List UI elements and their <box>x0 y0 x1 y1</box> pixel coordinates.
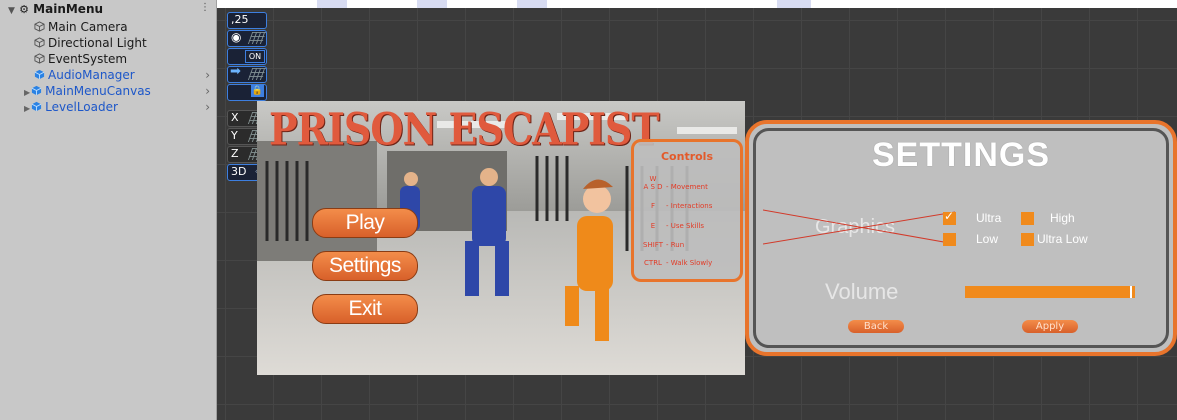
eye-icon: ◉ <box>231 30 242 44</box>
back-button[interactable]: Back <box>848 320 904 333</box>
control-action: - Interactions <box>666 202 713 210</box>
graphics-crossed-out-lines <box>763 209 956 245</box>
gameobject-icon <box>34 37 45 48</box>
controls-title: Controls <box>660 150 714 163</box>
low-checkbox[interactable] <box>943 233 956 246</box>
hierarchy-item-label: Main Camera <box>48 20 128 34</box>
strip-band <box>417 0 447 8</box>
play-button[interactable]: Play <box>312 208 418 238</box>
ultra-low-checkbox[interactable] <box>1021 233 1034 246</box>
hierarchy-item-event-system[interactable]: EventSystem <box>34 51 127 67</box>
low-option-label: Low <box>976 232 999 246</box>
lock-toggle[interactable]: 🔒 <box>227 84 267 101</box>
apply-button[interactable]: Apply <box>1022 320 1078 333</box>
on-label: ON <box>245 50 265 63</box>
scene-name: MainMenu <box>33 2 104 16</box>
expand-arrow-icon[interactable]: ▶ <box>24 104 30 113</box>
scene-root-row[interactable]: ▼ ⚙ MainMenu <box>8 1 103 17</box>
hierarchy-item-label: Directional Light <box>48 36 147 50</box>
control-action: - Use Skills <box>666 222 705 230</box>
strip-band <box>517 0 547 8</box>
ultra-low-option-label: Ultra Low <box>1037 232 1088 246</box>
chevron-right-icon[interactable]: › <box>205 99 210 115</box>
prefab-icon <box>31 85 42 96</box>
hierarchy-item-label: MainMenuCanvas <box>45 84 151 98</box>
hierarchy-item-main-menu-canvas[interactable]: ▶ MainMenuCanvas › <box>24 83 216 99</box>
move-snap-toggle[interactable]: ➡ <box>227 64 267 83</box>
controls-row: F - Interactions <box>640 202 712 210</box>
ultra-option-label: Ultra <box>976 211 1002 225</box>
snap-value: ,25 <box>231 13 249 26</box>
snap-increment-field[interactable]: ,25 <box>227 12 267 29</box>
hierarchy-item-main-camera[interactable]: Main Camera <box>34 19 128 35</box>
strip-band <box>777 0 811 8</box>
x-label: X <box>231 111 239 124</box>
hierarchy-item-directional-light[interactable]: Directional Light <box>34 35 147 51</box>
controls-panel: Controls W A S D- Movement F - Interactio… <box>631 139 743 282</box>
high-checkbox[interactable] <box>1021 212 1034 225</box>
control-action: - Movement <box>666 183 708 191</box>
settings-panel: SETTINGS Graphics Ultra High Low Ultra L… <box>745 120 1177 356</box>
hierarchy-item-label: LevelLoader <box>45 100 118 114</box>
hierarchy-item-audio-manager[interactable]: AudioManager › <box>34 67 216 83</box>
snap-toggle[interactable]: ON <box>227 48 267 65</box>
hierarchy-item-level-loader[interactable]: ▶ LevelLoader › <box>24 99 216 115</box>
volume-slider-fill <box>965 286 1132 298</box>
grid-visibility-toggle[interactable]: ◉ <box>227 30 267 47</box>
z-label: Z <box>231 147 239 160</box>
control-key: CTRL <box>644 259 662 267</box>
control-key: F <box>650 202 656 210</box>
hierarchy-item-label: EventSystem <box>48 52 128 66</box>
grid-icon <box>247 68 267 80</box>
arrow-right-icon: ➡ <box>230 64 241 79</box>
y-label: Y <box>231 129 238 142</box>
expand-arrow-icon[interactable]: ▶ <box>24 88 30 97</box>
unity-scene-icon: ⚙ <box>19 3 29 16</box>
gameobject-icon <box>34 21 45 32</box>
hierarchy-panel: ▼ ⚙ MainMenu ⋮ Main Camera Directional L… <box>0 0 217 420</box>
prefab-icon <box>34 69 45 80</box>
exit-button[interactable]: Exit <box>312 294 418 324</box>
control-action: - Run <box>666 241 685 249</box>
scene-top-strip <box>217 0 1177 8</box>
chevron-right-icon[interactable]: › <box>205 83 210 99</box>
control-key: W A S D <box>643 175 663 191</box>
scene-menu-icon[interactable]: ⋮ <box>200 2 210 13</box>
controls-row: CTRL - Walk Slowly <box>640 259 712 267</box>
control-action: - Walk Slowly <box>666 259 713 267</box>
controls-row: SHIFT - Run <box>640 241 684 249</box>
gameobject-icon <box>34 53 45 64</box>
volume-label: Volume <box>825 279 899 304</box>
scene-view[interactable]: ,25 ◉ ON ➡ 🔒 X Y Z 3D ◈ <box>217 0 1177 420</box>
chevron-right-icon[interactable]: › <box>205 67 210 83</box>
game-title: PRISON ESCAPIST <box>269 103 660 155</box>
settings-title: SETTINGS <box>871 136 1051 174</box>
prefab-icon <box>31 101 42 112</box>
lock-icon: 🔒 <box>251 85 264 97</box>
strip-band <box>317 0 347 8</box>
settings-button[interactable]: Settings <box>312 251 418 281</box>
high-option-label: High <box>1050 211 1075 225</box>
controls-row: W A S D- Movement <box>640 175 708 191</box>
ultra-checkbox[interactable] <box>943 209 956 225</box>
3d-label: 3D <box>231 165 247 178</box>
hierarchy-item-label: AudioManager <box>48 68 135 82</box>
control-key: E <box>650 222 656 230</box>
control-key: SHIFT <box>643 241 663 249</box>
controls-row: E - Use Skills <box>640 222 704 230</box>
grid-icon <box>247 32 267 44</box>
volume-slider[interactable] <box>965 286 1135 298</box>
